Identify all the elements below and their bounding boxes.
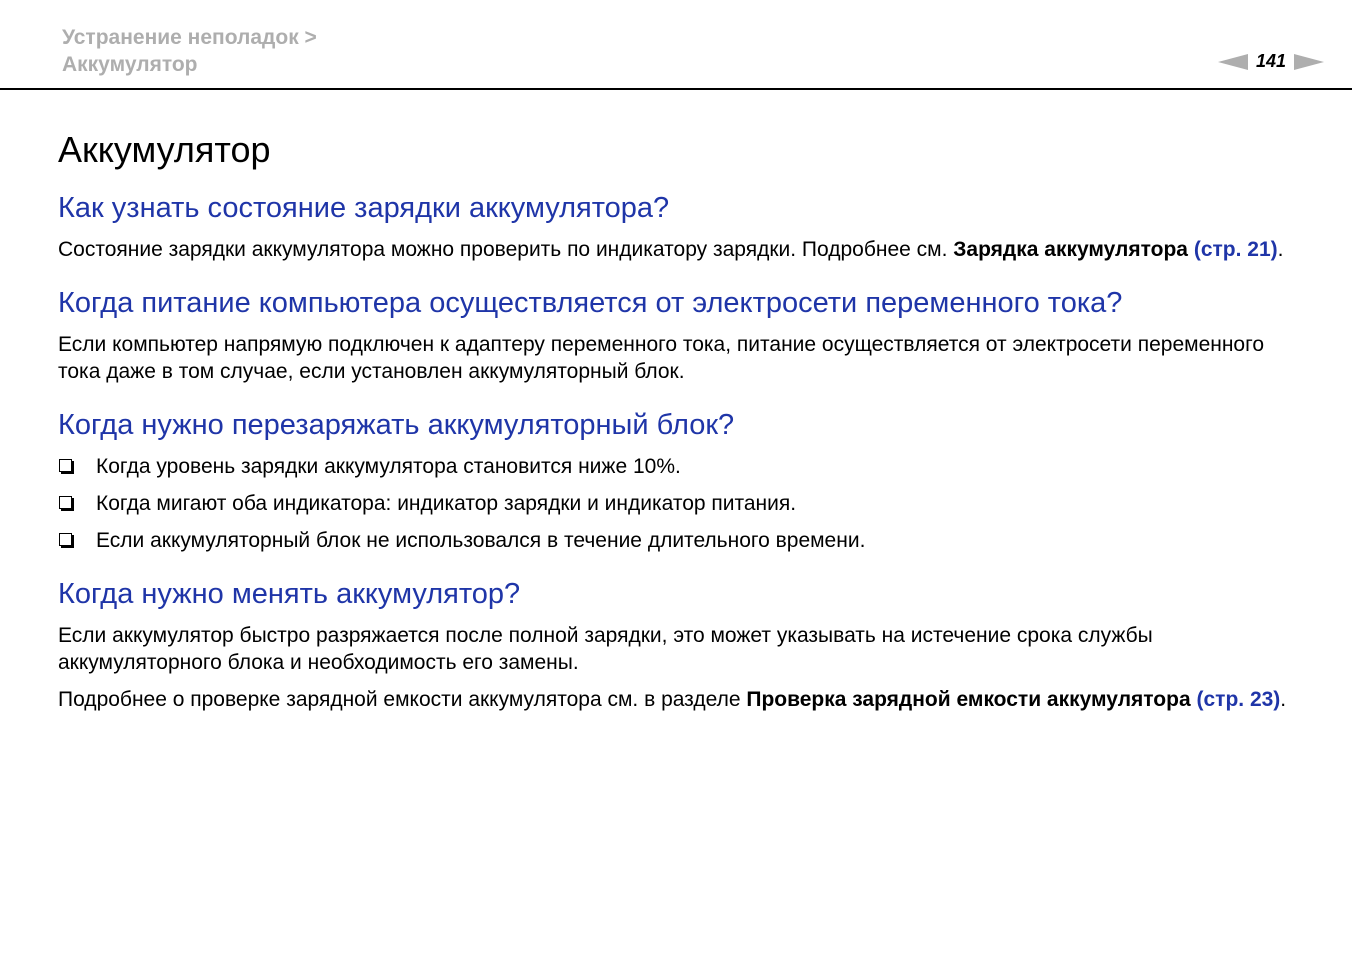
page-number: 141 xyxy=(1255,51,1286,71)
page-navigation: 141 xyxy=(1217,51,1324,72)
page-header: Устранение неполадок > Аккумулятор 141 xyxy=(0,0,1352,90)
page-reference-link[interactable]: (стр. 21) xyxy=(1194,238,1278,261)
section-text-ac-power: Если компьютер напрямую подключен к адап… xyxy=(58,333,1264,383)
section-text-replace: Если аккумулятор быстро разряжается посл… xyxy=(58,624,1153,674)
breadcrumb-section[interactable]: Устранение неполадок > xyxy=(62,24,317,51)
breadcrumb-page[interactable]: Аккумулятор xyxy=(62,51,317,78)
next-page-arrow-icon[interactable] xyxy=(1294,53,1324,70)
section-heading-ac-power: Когда питание компьютера осуществляется … xyxy=(58,287,1123,319)
page-content: Аккумулятор Как узнать состояние зарядки… xyxy=(58,124,1308,713)
breadcrumb: Устранение неполадок > Аккумулятор xyxy=(62,24,317,78)
paragraph-end: . xyxy=(1277,238,1284,261)
paragraph-text: Подробнее о проверке зарядной емкости ак… xyxy=(58,688,747,711)
checkbox-bullet-icon xyxy=(59,496,72,509)
section-heading-recharge: Когда нужно перезаряжать аккумуляторный … xyxy=(58,409,735,441)
list-item-text: Когда уровень зарядки аккумулятора стано… xyxy=(96,455,681,478)
list-item: Когда мигают оба индикатора: индикатор з… xyxy=(58,490,1308,517)
list-item-text: Когда мигают оба индикатора: индикатор з… xyxy=(96,492,797,515)
list-item: Когда уровень зарядки аккумулятора стано… xyxy=(58,453,1308,480)
section-heading-replace: Когда нужно менять аккумулятор? xyxy=(58,578,521,610)
page-title: Аккумулятор xyxy=(58,129,271,170)
checkbox-bullet-icon xyxy=(59,533,72,546)
reference-title: Проверка зарядной емкости аккумулятора xyxy=(746,688,1191,711)
list-item-text: Если аккумуляторный блок не использовалс… xyxy=(96,529,866,552)
paragraph-text: Состояние зарядки аккумулятора можно про… xyxy=(58,238,954,261)
paragraph-end: . xyxy=(1280,688,1287,711)
page-reference-link[interactable]: (стр. 23) xyxy=(1196,688,1280,711)
section-text-capacity-check: Подробнее о проверке зарядной емкости ак… xyxy=(58,686,1308,713)
previous-page-arrow-icon[interactable] xyxy=(1217,53,1248,70)
section-heading-charge-status: Как узнать состояние зарядки аккумулятор… xyxy=(58,192,670,224)
checkbox-bullet-icon xyxy=(59,459,72,472)
list-item: Если аккумуляторный блок не использовалс… xyxy=(58,527,1308,554)
section-text-charge-status: Состояние зарядки аккумулятора можно про… xyxy=(58,236,1308,263)
reference-title: Зарядка аккумулятора xyxy=(953,238,1188,261)
recharge-checklist: Когда уровень зарядки аккумулятора стано… xyxy=(58,453,1308,554)
